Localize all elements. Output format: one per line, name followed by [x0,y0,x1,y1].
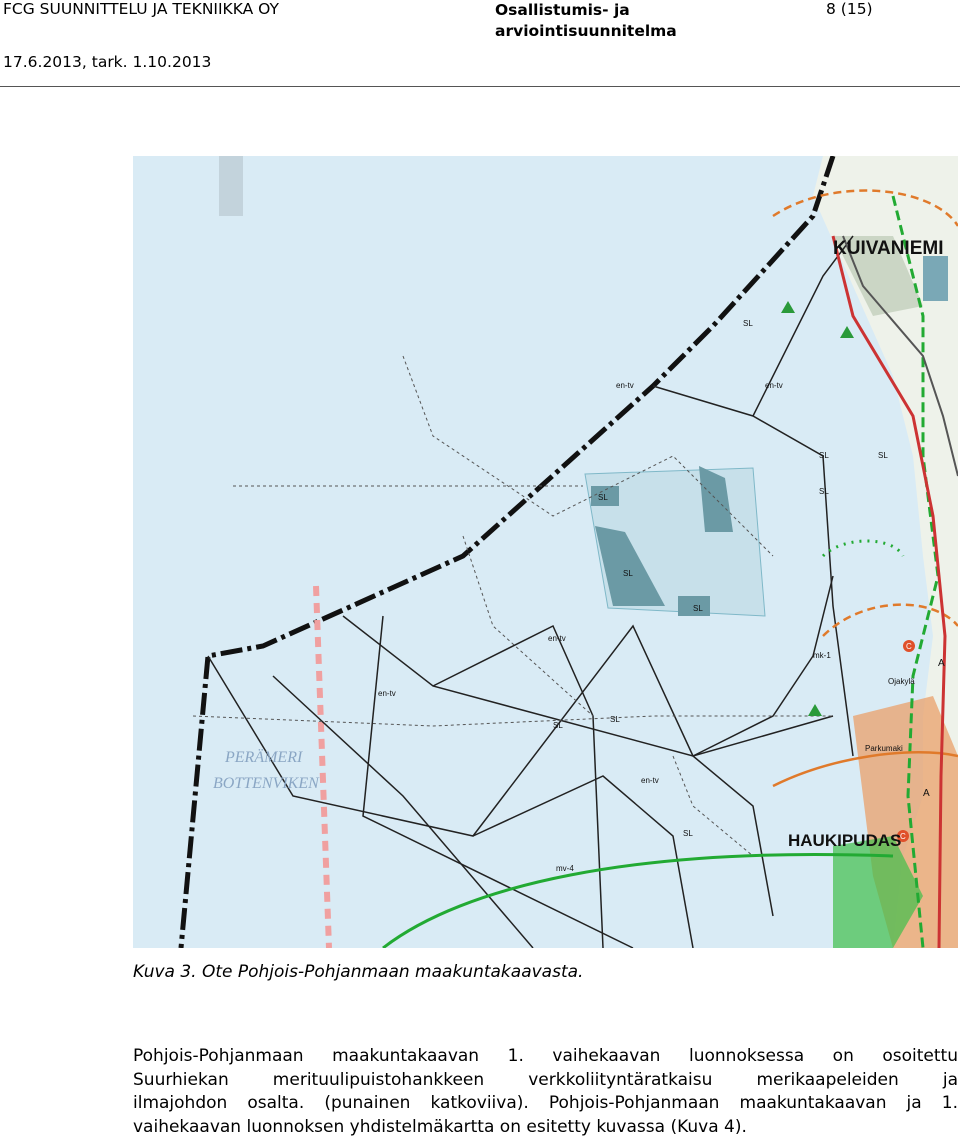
label-sl-9: SL [743,319,753,328]
label-en-tv-1: en-tv [616,381,634,390]
sea-area [133,156,958,948]
header-title: Osallistumis- ja arviointisuunnitelma [495,0,695,42]
header-divider [0,86,960,87]
paragraph-line-1: Pohjois-Pohjanmaan maakuntakaavan 1. vai… [133,1046,958,1066]
label-c-1: C [906,642,912,651]
label-a-1: A [938,658,945,669]
header-title-line2: arviointisuunnitelma [495,22,677,40]
label-sl-1: SL [598,493,608,502]
label-a-2: A [923,788,930,799]
label-haukipudas: HAUKIPUDAS [788,831,901,850]
label-mv4: mv-4 [556,864,574,873]
label-kuivaniemi: KUIVANIEMI [833,238,943,259]
label-sl-5: SL [610,715,620,724]
label-ojakyla: Ojakylä [888,677,915,686]
header-title-line1: Osallistumis- ja [495,1,630,19]
label-sl-2: SL [623,569,633,578]
label-mk1: mk-1 [813,651,831,660]
kuivaniemi-block [923,256,948,301]
label-sl-8: SL [819,487,829,496]
paragraph-line-2: Suurhiekan merituulipuistohankkeen verkk… [133,1069,958,1090]
label-sl-3: SL [693,604,703,613]
label-sl-10: SL [683,829,693,838]
body-paragraph: Pohjois-Pohjanmaan maakuntakaavan 1. vai… [133,1045,958,1137]
map-image: KUIVANIEMI HAUKIPUDAS PERÄMERI BOTTENVIK… [133,156,958,948]
label-sl-4: SL [553,721,563,730]
header-company: FCG SUUNNITTELU JA TEKNIIKKA OY [3,0,279,18]
label-c-2: C [900,832,906,841]
label-en-tv-2: en-tv [765,381,783,390]
figure-caption: Kuva 3. Ote Pohjois-Pohjanmaan maakuntak… [133,962,584,982]
paragraph-line-4: vaihekaavan luonnoksen yhdistelmäkartta … [133,1116,747,1137]
label-parkumaki: Parkumaki [865,744,903,753]
label-bottenviken: BOTTENVIKEN [213,775,320,792]
label-sl-6: SL [819,451,829,460]
shoal-area [219,156,243,216]
header-page-number: 8 (15) [826,0,873,18]
label-en-tv-5: en-tv [641,776,659,785]
label-en-tv-4: en-tv [378,689,396,698]
label-perameri: PERÄMERI [224,748,303,766]
label-sl-7: SL [878,451,888,460]
paragraph-line-3: ilmajohdon osalta. (punainen katkoviiva)… [133,1093,958,1113]
header-date: 17.6.2013, tark. 1.10.2013 [3,53,212,71]
map-svg: KUIVANIEMI HAUKIPUDAS PERÄMERI BOTTENVIK… [133,156,958,948]
label-en-tv-3: en-tv [548,634,566,643]
